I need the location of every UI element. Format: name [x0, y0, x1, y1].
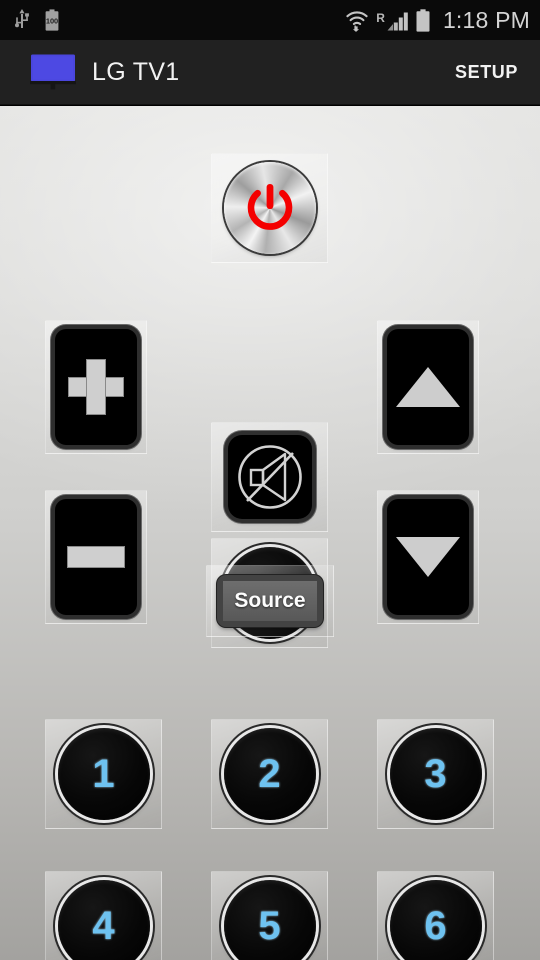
battery-icon: [415, 8, 431, 32]
number-5-button[interactable]: 5: [211, 871, 328, 960]
number-2-key: 2: [223, 728, 316, 820]
power-icon: [247, 184, 292, 230]
number-6-label: 6: [424, 904, 447, 948]
svg-text:100: 100: [46, 16, 58, 25]
remote-control-screen: 100 R 1:18 PM LG TV1 SETUP Source 1 2 3 …: [0, 0, 540, 960]
number-4-label: 4: [92, 904, 115, 948]
channel-down-button[interactable]: [377, 490, 479, 624]
mute-speaker-icon: [237, 445, 302, 509]
number-1-key: 1: [57, 728, 150, 820]
source-key: Source: [217, 575, 323, 627]
plus-icon: [67, 358, 125, 416]
number-3-key: 3: [389, 728, 482, 820]
setup-button[interactable]: SETUP: [455, 62, 518, 83]
status-bar: 100 R 1:18 PM: [0, 0, 540, 40]
triangle-up-icon: [396, 367, 460, 407]
mute-button[interactable]: [211, 422, 328, 532]
status-bar-right: R 1:18 PM: [344, 7, 530, 34]
source-button[interactable]: Source: [206, 565, 334, 637]
source-key-inner: Source: [223, 581, 317, 621]
mute-key: [227, 435, 312, 519]
number-1-button[interactable]: 1: [45, 719, 162, 829]
number-5-label: 5: [258, 904, 281, 948]
number-3-button[interactable]: 3: [377, 719, 494, 829]
roaming-indicator: R: [376, 10, 385, 25]
wifi-icon: [344, 8, 370, 32]
volume-down-button[interactable]: [45, 490, 147, 624]
number-6-button[interactable]: 6: [377, 871, 494, 960]
source-button-label: Source: [234, 589, 306, 612]
tv-icon: [30, 54, 76, 90]
signal-bars-icon: [387, 9, 409, 31]
channel-up-button[interactable]: [377, 320, 479, 454]
number-5-key: 5: [223, 880, 316, 960]
status-bar-left: 100: [14, 9, 60, 31]
number-4-button[interactable]: 4: [45, 871, 162, 960]
page-title: LG TV1: [92, 57, 180, 86]
number-2-label: 2: [258, 752, 281, 796]
volume-down-key: [55, 499, 137, 615]
number-1-label: 1: [92, 752, 115, 796]
battery-charging-icon: 100: [44, 9, 60, 31]
triangle-down-icon: [396, 537, 460, 577]
power-button[interactable]: [211, 153, 328, 263]
number-3-label: 3: [424, 752, 447, 796]
usb-icon: [14, 9, 30, 31]
volume-up-button[interactable]: [45, 320, 147, 454]
channel-down-key: [387, 499, 469, 615]
remote-face: OK Source 1: [0, 106, 540, 960]
channel-up-key: [387, 329, 469, 445]
minus-icon: [67, 546, 125, 568]
volume-up-key: [55, 329, 137, 445]
number-4-key: 4: [57, 880, 150, 960]
number-2-button[interactable]: 2: [211, 719, 328, 829]
number-6-key: 6: [389, 880, 482, 960]
power-disc: [223, 162, 316, 254]
status-bar-clock: 1:18 PM: [442, 6, 530, 33]
app-bar: LG TV1 SETUP: [0, 40, 540, 105]
